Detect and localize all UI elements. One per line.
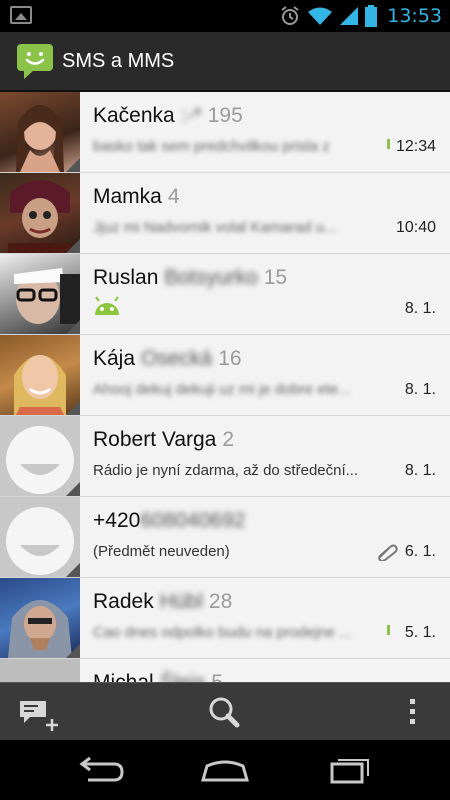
conversation-row[interactable]: Kačenka:-* 195 basko tak sem predchvilkou… (0, 92, 450, 173)
message-date: 10:40 (395, 219, 436, 236)
conversation-row[interactable]: +420608040692 (Předmět neuveden) 6. 1. (0, 497, 450, 578)
contact-name: Mamka 4 (93, 185, 180, 208)
search-icon[interactable] (197, 689, 253, 735)
message-count: 195 (207, 104, 243, 127)
message-snippet: Ahooj dekuj dekuji uz mi je dobre ete... (93, 381, 351, 398)
bottom-action-bar (0, 682, 450, 740)
conversation-row[interactable]: Kája Osecká 16 Ahooj dekuj dekuji uz mi je… (0, 335, 450, 416)
message-date: 8. 1. (404, 462, 436, 479)
clock: 13:53 (387, 5, 442, 27)
message-count: 4 (167, 185, 180, 208)
message-snippet: basko tak sem predchvilkou prisla z (93, 138, 330, 155)
avatar[interactable] (0, 659, 80, 682)
avatar[interactable] (0, 335, 80, 415)
action-bar: SMS a MMS (0, 32, 450, 92)
message-count: 15 (263, 266, 288, 289)
default-avatar[interactable] (0, 416, 80, 496)
unread-marker (387, 139, 390, 149)
android-icon (95, 296, 119, 315)
status-bar: 13:53 (0, 0, 450, 32)
message-count: 5 (211, 671, 223, 682)
conversation-row[interactable]: Mamka 4 Jjuz mi Nadvornik volal Kamarad u… (0, 173, 450, 254)
contact-name: Kája Osecká 16 (93, 347, 242, 370)
message-date: 8. 1. (404, 381, 436, 398)
message-snippet: Rádio je nyní zdarma, až do středeční... (93, 462, 359, 479)
message-date: 12:34 (395, 138, 436, 155)
home-icon[interactable] (195, 750, 255, 790)
wifi-icon (308, 7, 333, 25)
contact-name: Radek Hübl 28 (93, 590, 233, 613)
conversation-row[interactable]: Robert Varga 2 Rádio je nyní zdarma, až d… (0, 416, 450, 497)
avatar[interactable] (0, 254, 80, 334)
contact-name: Ruslan Botsyurko 15 (93, 266, 288, 289)
conversation-row[interactable]: MichalŠlejs5 (0, 659, 450, 682)
signal-icon (340, 7, 359, 25)
alarm-icon (281, 6, 299, 25)
default-avatar[interactable] (0, 497, 80, 577)
message-date: 5. 1. (404, 624, 436, 641)
conversation-row[interactable]: Ruslan Botsyurko 15 8. 1. (0, 254, 450, 335)
unread-marker (387, 625, 390, 635)
message-count: 2 (222, 428, 235, 451)
message-snippet: Cao dnes odpolko budu na prodejne ... (93, 624, 352, 641)
contact-name: MichalŠlejs5 (93, 671, 223, 682)
overflow-menu-icon[interactable] (384, 689, 440, 735)
conversation-list[interactable]: Kačenka:-* 195 basko tak sem predchvilkou… (0, 92, 450, 682)
message-snippet: Jjuz mi Nadvornik volal Kamarad u... (93, 219, 337, 236)
contact-name: Kačenka:-* 195 (93, 104, 243, 127)
battery-icon (365, 5, 378, 27)
attachment-icon (378, 544, 398, 561)
avatar[interactable] (0, 578, 80, 658)
system-navigation-bar (0, 740, 450, 800)
contact-phone-number: +420608040692 (93, 509, 246, 532)
contact-name: Robert Varga 2 (93, 428, 235, 451)
message-date: 8. 1. (404, 300, 436, 317)
back-icon[interactable] (70, 750, 130, 790)
avatar[interactable] (0, 173, 80, 253)
gallery-notification-icon (10, 6, 32, 24)
app-title: SMS a MMS (62, 50, 175, 72)
avatar[interactable] (0, 92, 80, 172)
message-snippet: (Předmět neuveden) (93, 543, 230, 560)
messaging-app-icon[interactable] (16, 42, 54, 80)
conversation-row[interactable]: Radek Hübl 28 Cao dnes odpolko budu na pro… (0, 578, 450, 659)
message-count: 16 (218, 347, 242, 370)
compose-new-message-icon[interactable] (10, 689, 66, 735)
recent-apps-icon[interactable] (320, 750, 380, 790)
message-date: 6. 1. (404, 543, 436, 560)
message-count: 28 (208, 590, 233, 613)
